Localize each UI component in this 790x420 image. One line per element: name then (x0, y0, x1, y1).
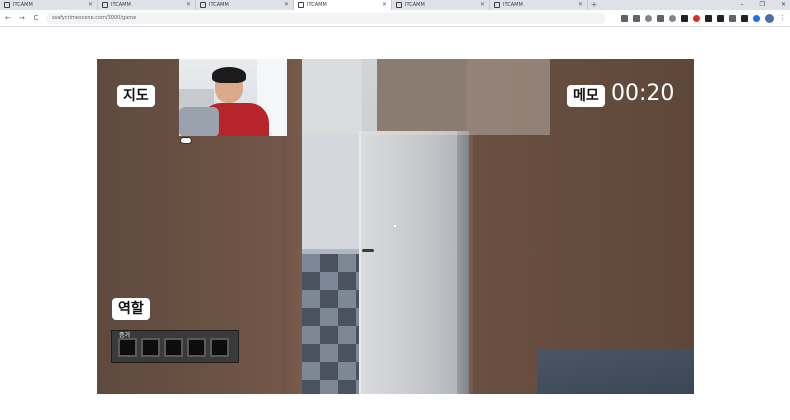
scene-door-handle[interactable] (362, 249, 374, 252)
back-arrow-icon[interactable]: ← (4, 14, 12, 22)
share-icon[interactable] (657, 14, 664, 22)
extension-bar: ⋮ (621, 13, 786, 23)
evidence-slot[interactable] (141, 338, 160, 357)
browser-tab[interactable]: ITCAMM ✕ (392, 0, 490, 10)
tab-title: ITCAMM (405, 2, 425, 8)
scene-floor-corner (537, 349, 694, 394)
sync-icon[interactable] (753, 14, 760, 22)
maximize-icon[interactable]: ❐ (760, 0, 765, 10)
tab-title: ITCAMM (13, 2, 33, 8)
extension-icon[interactable] (729, 14, 736, 22)
webcam-collapse-button[interactable]: ^ (180, 137, 192, 144)
tab-favicon-icon (298, 2, 304, 8)
puzzle-extension-icon[interactable] (717, 14, 724, 22)
game-viewport[interactable]: ^ 지도 메모 00:20 역할 증거 (97, 59, 694, 394)
evidence-slot[interactable] (210, 338, 229, 357)
profile-avatar[interactable] (765, 13, 774, 23)
translate-icon[interactable] (633, 14, 640, 22)
close-icon[interactable]: ✕ (781, 0, 786, 10)
scene-ceiling-overlay (302, 59, 550, 135)
role-button[interactable]: 역할 (112, 298, 150, 320)
download-icon[interactable] (705, 14, 712, 22)
tab-title: ITCAMM (209, 2, 229, 8)
window-controls: – ❐ ✕ (741, 0, 786, 10)
browser-tab[interactable]: ITCAMM ✕ (490, 0, 588, 10)
evidence-slot[interactable] (164, 338, 183, 357)
crosshair-icon (394, 225, 396, 227)
tab-title: ITCAMM (307, 2, 327, 8)
reload-icon[interactable]: C (32, 14, 40, 22)
forward-arrow-icon[interactable]: → (18, 14, 26, 22)
record-extension-icon[interactable] (693, 14, 700, 22)
webcam-blanket (179, 107, 219, 136)
tab-favicon-icon (494, 2, 500, 8)
tab-favicon-icon (4, 2, 10, 8)
extension-icon[interactable] (621, 14, 628, 22)
game-timer: 00:20 (611, 81, 675, 106)
tab-strip: ITCAMM ✕ ITCAMM ✕ ITCAMM ✕ ITCAMM ✕ ITCA… (0, 0, 790, 10)
tab-favicon-icon (102, 2, 108, 8)
tab-title: ITCAMM (111, 2, 131, 8)
browser-tab[interactable]: ITCAMM ✕ (196, 0, 294, 10)
map-button[interactable]: 지도 (117, 85, 155, 107)
tab-favicon-icon (396, 2, 402, 8)
url-text: ssafycrimescene.com/3000/game (51, 15, 137, 21)
browser-tab[interactable]: ITCAMM ✕ (0, 0, 98, 10)
tab-close-icon[interactable]: ✕ (578, 2, 583, 8)
zoom-icon[interactable] (645, 14, 652, 22)
browser-menu-icon[interactable]: ⋮ (779, 14, 786, 22)
browser-tab-active[interactable]: ITCAMM ✕ (294, 0, 392, 10)
evidence-slots (118, 338, 229, 357)
evidence-slot[interactable] (187, 338, 206, 357)
evidence-slot[interactable] (118, 338, 137, 357)
webcam-person-hair (212, 67, 246, 83)
evidence-inventory: 증거 (111, 330, 239, 363)
tab-close-icon[interactable]: ✕ (382, 2, 387, 8)
scene-open-door[interactable] (359, 131, 467, 394)
tab-close-icon[interactable]: ✕ (284, 2, 289, 8)
tab-favicon-icon (200, 2, 206, 8)
browser-tab[interactable]: ITCAMM ✕ (98, 0, 196, 10)
new-tab-button[interactable]: + (588, 0, 600, 10)
bookmark-star-icon[interactable] (669, 14, 676, 22)
tab-close-icon[interactable]: ✕ (186, 2, 191, 8)
browser-toolbar: ← → C ssafycrimescene.com/3000/game ⋮ (0, 10, 790, 27)
tab-title: ITCAMM (503, 2, 523, 8)
address-bar[interactable]: ssafycrimescene.com/3000/game (45, 12, 605, 24)
minimize-icon[interactable]: – (741, 0, 744, 10)
tab-close-icon[interactable]: ✕ (480, 2, 485, 8)
webcam-feed (179, 59, 287, 136)
memo-button[interactable]: 메모 (567, 85, 605, 107)
tab-close-icon[interactable]: ✕ (88, 2, 93, 8)
scene-door-edge (457, 131, 469, 394)
camera-extension-icon[interactable] (681, 14, 688, 22)
extensions-menu-icon[interactable] (741, 14, 748, 22)
